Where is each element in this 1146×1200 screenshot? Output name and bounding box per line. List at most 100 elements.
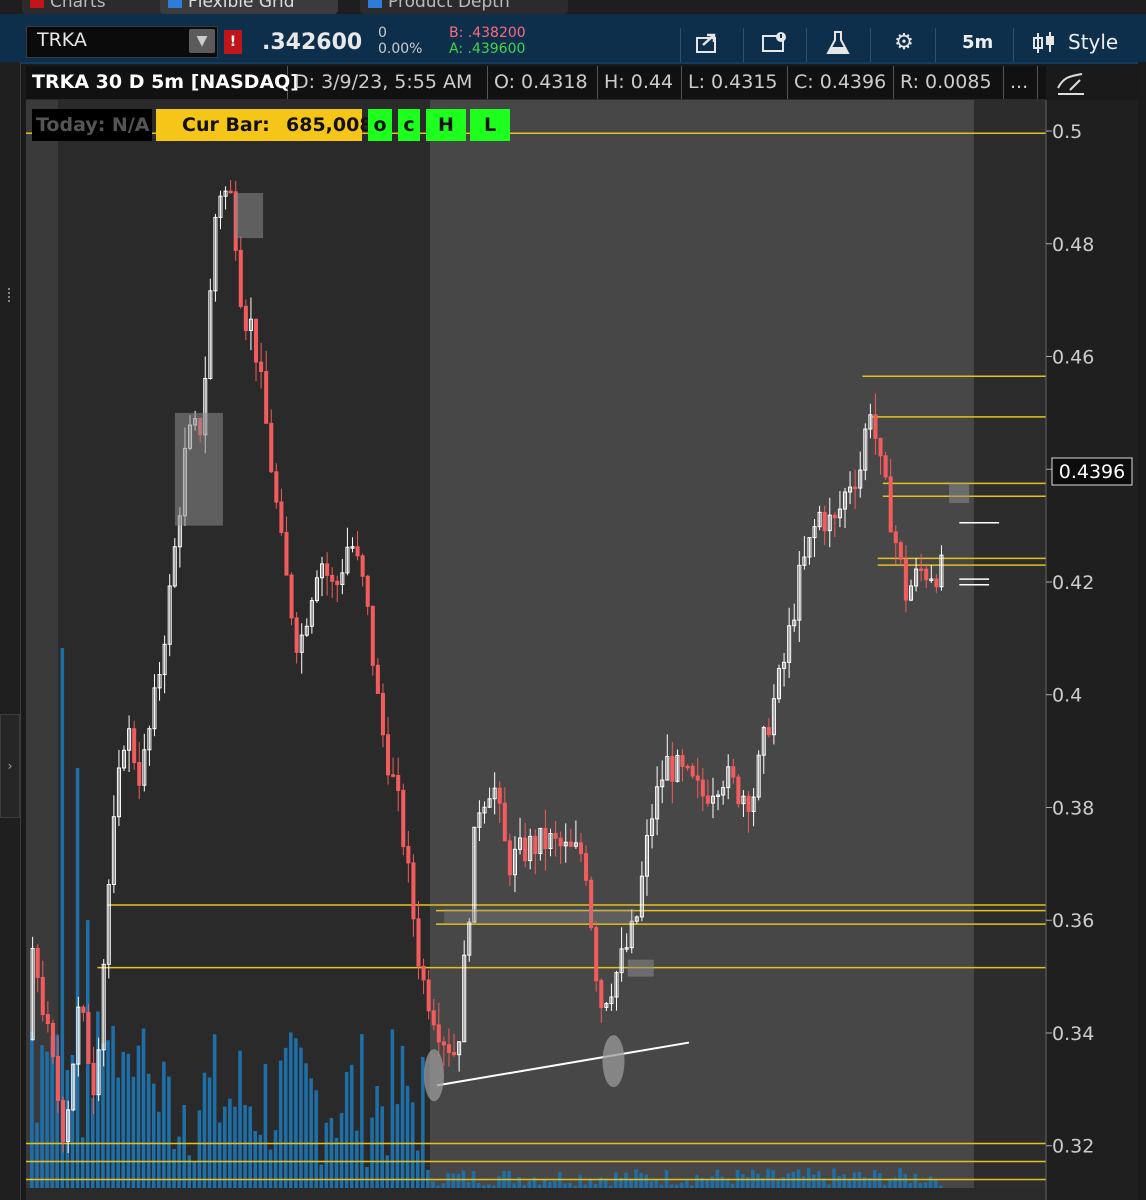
session-shade-extended bbox=[430, 100, 974, 1188]
volume-bar bbox=[624, 1172, 628, 1188]
volume-bar bbox=[299, 1047, 303, 1188]
candle-body bbox=[289, 574, 294, 619]
volume-bar bbox=[339, 1112, 344, 1188]
candle-body bbox=[873, 414, 878, 439]
y-tick-label: 0.4 bbox=[1052, 685, 1082, 707]
volume-bar bbox=[344, 1071, 349, 1188]
volume-bar bbox=[888, 1179, 892, 1188]
highlight-box bbox=[174, 412, 223, 526]
volume-bar bbox=[207, 1077, 212, 1188]
candle-body bbox=[330, 574, 335, 582]
volume-bar bbox=[811, 1174, 816, 1188]
volume-bar bbox=[695, 1175, 699, 1188]
candle-body bbox=[903, 558, 908, 601]
candle-body bbox=[50, 1023, 55, 1057]
volume-bar bbox=[400, 1045, 405, 1188]
volume-bar bbox=[487, 1184, 491, 1188]
high-bubble: H bbox=[426, 109, 466, 141]
close-bubble: c bbox=[398, 109, 420, 141]
candle-body bbox=[497, 787, 502, 804]
volume-bar bbox=[629, 1179, 633, 1188]
volume-bar bbox=[659, 1184, 664, 1188]
volume-bar bbox=[837, 1176, 841, 1188]
candle-body bbox=[690, 765, 695, 777]
candle-body bbox=[335, 580, 340, 586]
candle-body bbox=[934, 578, 939, 588]
candle-body bbox=[365, 575, 370, 607]
volume-bar bbox=[806, 1168, 811, 1188]
volume-bar bbox=[217, 1122, 222, 1188]
volume-bar bbox=[197, 1110, 202, 1188]
volume-bar bbox=[928, 1176, 933, 1188]
candle-body bbox=[888, 476, 893, 533]
volume-bar bbox=[283, 1047, 288, 1188]
candle-body bbox=[243, 305, 248, 331]
volume-bar bbox=[111, 1025, 115, 1188]
volume-bar bbox=[862, 1176, 867, 1188]
candle-body bbox=[294, 617, 299, 653]
candle-body bbox=[81, 1006, 86, 1013]
volume-bar bbox=[405, 1085, 410, 1188]
candle-body bbox=[426, 979, 431, 1012]
volume-bar bbox=[446, 1173, 450, 1188]
candle-body bbox=[355, 546, 360, 557]
volume-bar bbox=[182, 1104, 186, 1188]
y-tick-label: 0.38 bbox=[1052, 797, 1094, 819]
volume-bar bbox=[573, 1185, 577, 1188]
y-tick-label: 0.34 bbox=[1052, 1023, 1094, 1045]
volume-bar bbox=[705, 1179, 709, 1188]
candle-body bbox=[553, 832, 558, 839]
drawing-cursor-icon[interactable] bbox=[1052, 66, 1092, 100]
volume-bar bbox=[608, 1185, 613, 1188]
volume-bar bbox=[476, 1182, 481, 1188]
volume-bar bbox=[121, 1051, 126, 1188]
volume-bar bbox=[766, 1168, 770, 1188]
bar-date: D: 3/9/23, 5:55 AM bbox=[288, 66, 488, 99]
volume-bar bbox=[674, 1184, 679, 1188]
candle-body bbox=[919, 568, 924, 572]
y-tick-label: 0.32 bbox=[1052, 1136, 1094, 1158]
candle-body bbox=[91, 1062, 96, 1096]
candle-body bbox=[274, 471, 279, 503]
candle-body bbox=[558, 837, 563, 847]
volume-bar bbox=[883, 1185, 887, 1188]
candle-body bbox=[578, 842, 583, 855]
right-scrollbar[interactable] bbox=[1138, 62, 1146, 1200]
volume-bar bbox=[304, 1063, 308, 1188]
more-info-button[interactable]: ... bbox=[1004, 66, 1038, 99]
candle-body bbox=[832, 514, 837, 519]
volume-bar bbox=[933, 1180, 938, 1188]
chart-title: TRKA 30 D 5m [NASDAQ] bbox=[26, 66, 299, 99]
volume-bar bbox=[146, 1073, 151, 1188]
volume-bar bbox=[126, 1053, 131, 1188]
volume-bar bbox=[842, 1174, 847, 1188]
candle-body bbox=[680, 754, 685, 767]
y-tick-label: 0.42 bbox=[1052, 572, 1094, 594]
candle-body bbox=[279, 501, 284, 533]
volume-bar bbox=[319, 1164, 324, 1188]
highlight-box bbox=[444, 908, 635, 924]
volume-bar bbox=[116, 1077, 120, 1188]
volume-bar bbox=[720, 1176, 725, 1188]
low-marker-ellipse bbox=[602, 1035, 625, 1088]
candle-body bbox=[685, 765, 690, 769]
volume-bar bbox=[360, 1034, 364, 1188]
candle-body bbox=[259, 361, 264, 373]
candle-body bbox=[380, 692, 385, 736]
volume-bar bbox=[522, 1185, 527, 1188]
volume-bar bbox=[314, 1090, 318, 1188]
volume-bar bbox=[639, 1173, 643, 1188]
volume-bar bbox=[187, 1155, 192, 1188]
candle-body bbox=[416, 918, 421, 967]
candle-body bbox=[375, 664, 380, 694]
bar-open: O: 0.4318 bbox=[488, 66, 598, 99]
candle-body bbox=[766, 727, 771, 736]
candle-body bbox=[386, 734, 391, 776]
candle-body bbox=[396, 775, 401, 791]
candle-body bbox=[700, 779, 705, 797]
volume-bar bbox=[263, 1063, 268, 1188]
volume-bar bbox=[796, 1169, 801, 1188]
price-chart[interactable]: 0.50.480.460.440.420.40.380.360.340.32 0… bbox=[0, 0, 1146, 1200]
candle-body bbox=[431, 1010, 436, 1026]
volume-bar bbox=[832, 1168, 836, 1188]
